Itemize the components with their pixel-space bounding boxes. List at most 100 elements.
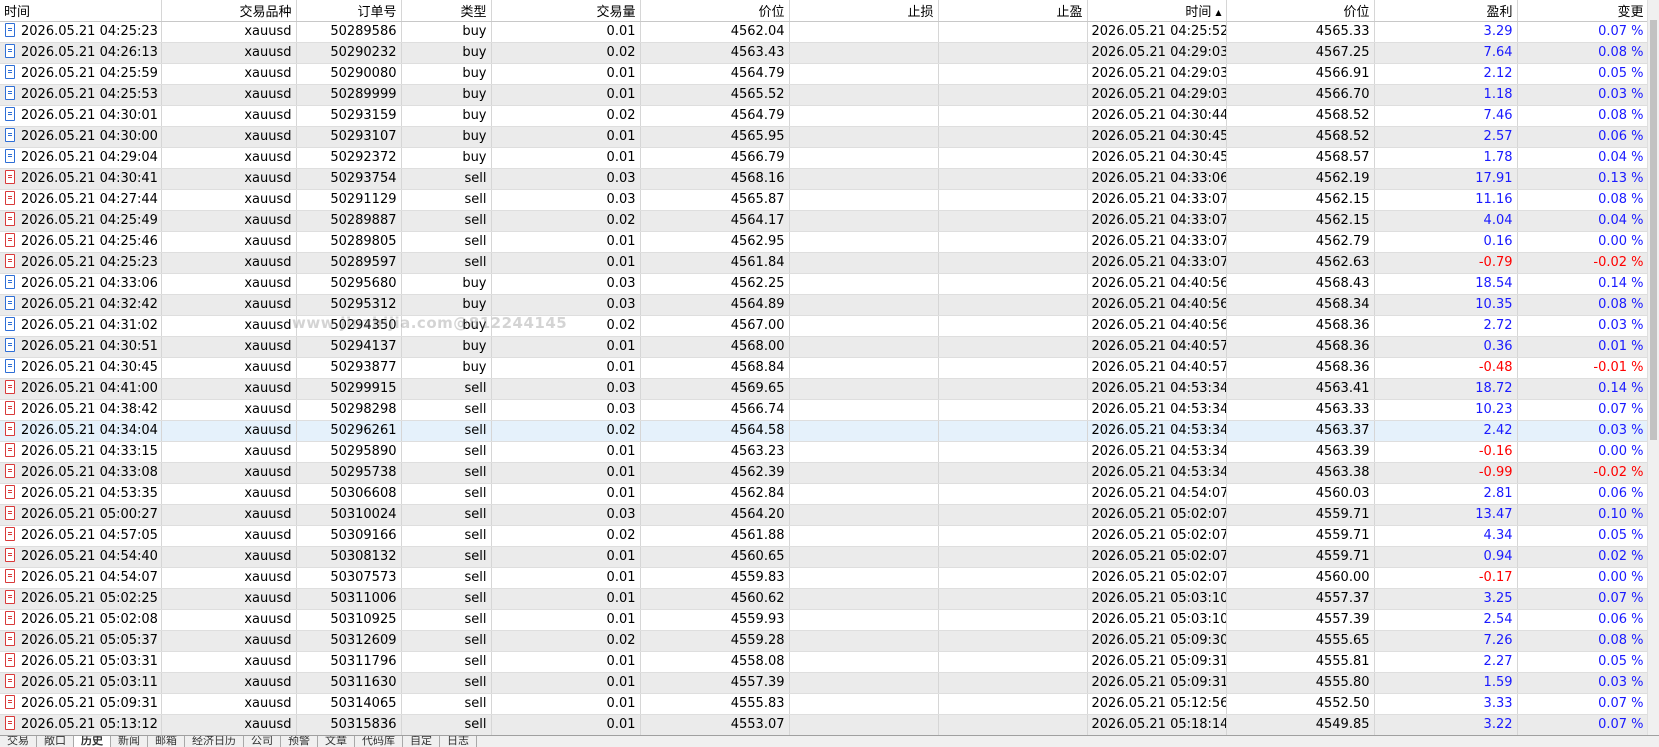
- column-header-symbol[interactable]: 交易品种: [161, 0, 297, 22]
- table-row[interactable]: 2026.05.21 04:30:51 xauusd 50294137 buy 0.01…: [0, 336, 1648, 358]
- cell-value: 2.27: [1483, 654, 1513, 669]
- table-row[interactable]: 2026.05.21 04:25:23 xauusd 50289597 sell 0.0…: [0, 252, 1648, 274]
- table-row[interactable]: 2026.05.21 05:02:25 xauusd 50311006 sell 0.0…: [0, 588, 1648, 610]
- cell-value: 4557.37: [1315, 591, 1370, 606]
- table-row[interactable]: 2026.05.21 04:25:23 xauusd 50289586 buy 0.01…: [0, 21, 1648, 43]
- cell-value: 0.05 %: [1598, 528, 1644, 543]
- tab-9[interactable]: 代码库: [355, 736, 403, 747]
- tab-7[interactable]: 预警: [281, 736, 318, 747]
- table-row[interactable]: 2026.05.21 05:00:27 xauusd 50310024 sell 0.0…: [0, 504, 1648, 526]
- cell-type: sell: [401, 567, 492, 589]
- table-row[interactable]: 2026.05.21 04:26:13 xauusd 50290232 buy 0.02…: [0, 42, 1648, 64]
- table-row[interactable]: 2026.05.21 04:25:59 xauusd 50290080 buy 0.01…: [0, 63, 1648, 85]
- table-row[interactable]: 2026.05.21 04:32:42 xauusd 50295312 buy 0.03…: [0, 294, 1648, 316]
- table-row[interactable]: 2026.05.21 04:54:07 xauusd 50307573 sell 0.0…: [0, 567, 1648, 589]
- tab-8[interactable]: 文章: [318, 736, 355, 747]
- cell-volume: 0.03: [491, 399, 641, 421]
- cell-stop-loss: [789, 525, 939, 547]
- cell-volume: 0.01: [491, 147, 641, 169]
- column-header-stop-loss[interactable]: 止损: [789, 0, 939, 22]
- table-row[interactable]: 2026.05.21 04:57:05 xauusd 50309166 sell 0.0…: [0, 525, 1648, 547]
- cell-value: 2026.05.21 04:30:51: [21, 339, 158, 354]
- cell-stop-loss: [789, 357, 939, 379]
- table-row[interactable]: 2026.05.21 04:27:44 xauusd 50291129 sell 0.0…: [0, 189, 1648, 211]
- vertical-scrollbar[interactable]: [1647, 0, 1659, 735]
- sell-deal-icon: [5, 443, 15, 457]
- table-row[interactable]: 2026.05.21 04:53:35 xauusd 50306608 sell 0.0…: [0, 483, 1648, 505]
- table-row[interactable]: 2026.05.21 04:54:40 xauusd 50308132 sell 0.0…: [0, 546, 1648, 568]
- table-row[interactable]: 2026.05.21 05:05:37 xauusd 50312609 sell 0.0…: [0, 630, 1648, 652]
- tab-11[interactable]: 日志: [440, 736, 477, 747]
- cell-value: 4562.25: [730, 276, 785, 291]
- sell-deal-icon: [5, 716, 15, 730]
- tab-5[interactable]: 经济日历: [185, 736, 244, 747]
- table-row[interactable]: 2026.05.21 04:38:42 xauusd 50298298 sell 0.0…: [0, 399, 1648, 421]
- table-row[interactable]: 2026.05.21 05:03:31 xauusd 50311796 sell 0.0…: [0, 651, 1648, 673]
- tab-1[interactable]: 敞口: [37, 736, 74, 747]
- table-row[interactable]: 2026.05.21 04:33:06 xauusd 50295680 buy 0.03…: [0, 273, 1648, 295]
- column-header-type[interactable]: 类型: [401, 0, 492, 22]
- cell-value: 4562.84: [730, 486, 785, 501]
- cell-open-price: 4553.07: [640, 714, 790, 735]
- cell-take-profit: [938, 483, 1088, 505]
- table-row[interactable]: 2026.05.21 04:25:49 xauusd 50289887 sell 0.0…: [0, 210, 1648, 232]
- cell-value: 2026.05.21 04:33:07: [1091, 255, 1226, 270]
- table-row[interactable]: 2026.05.21 04:29:04 xauusd 50292372 buy 0.01…: [0, 147, 1648, 169]
- cell-stop-loss: [789, 630, 939, 652]
- cell-value: xauusd: [244, 255, 292, 270]
- table-row[interactable]: 2026.05.21 04:34:04 xauusd 50296261 sell 0.0…: [0, 420, 1648, 442]
- cell-value: 2026.05.21 04:40:57: [1091, 339, 1226, 354]
- column-header-ticket[interactable]: 订单号: [296, 0, 402, 22]
- table-row[interactable]: 2026.05.21 04:33:08 xauusd 50295738 sell 0.0…: [0, 462, 1648, 484]
- column-header-close-price[interactable]: 价位: [1226, 0, 1375, 22]
- table-row[interactable]: 2026.05.21 05:13:12 xauusd 50315836 sell 0.0…: [0, 714, 1648, 735]
- column-header-volume[interactable]: 交易量: [491, 0, 641, 22]
- column-header-open-time[interactable]: 时间: [0, 0, 162, 22]
- cell-value: 0.01: [606, 444, 636, 459]
- cell-value: 50294137: [330, 339, 397, 354]
- cell-open-time: 2026.05.21 05:05:37: [0, 630, 162, 652]
- cell-stop-loss: [789, 42, 939, 64]
- table-row[interactable]: 2026.05.21 04:41:00 xauusd 50299915 sell 0.0…: [0, 378, 1648, 400]
- cell-stop-loss: [789, 714, 939, 735]
- tab-3[interactable]: 新闻: [111, 736, 148, 747]
- tab-6[interactable]: 公司: [244, 736, 281, 747]
- cell-symbol: xauusd: [161, 273, 297, 295]
- cell-open-price: 4563.43: [640, 42, 790, 64]
- cell-ticket: 50290232: [296, 42, 402, 64]
- table-row[interactable]: 2026.05.21 04:30:00 xauusd 50293107 buy 0.01…: [0, 126, 1648, 148]
- cell-profit: 2.72: [1374, 315, 1518, 337]
- table-row[interactable]: 2026.05.21 04:33:15 xauusd 50295890 sell 0.0…: [0, 441, 1648, 463]
- cell-take-profit: [938, 462, 1088, 484]
- cell-open-price: 4557.39: [640, 672, 790, 694]
- scrollbar-thumb[interactable]: [1650, 20, 1657, 440]
- cell-value: sell: [464, 255, 487, 270]
- table-row[interactable]: 2026.05.21 05:02:08 xauusd 50310925 sell 0.0…: [0, 609, 1648, 631]
- table-row[interactable]: 2026.05.21 04:25:53 xauusd 50289999 buy 0.01…: [0, 84, 1648, 106]
- cell-close-time: 2026.05.21 05:02:07: [1087, 546, 1227, 568]
- column-header-change[interactable]: 变更: [1517, 0, 1648, 22]
- cell-take-profit: [938, 378, 1088, 400]
- column-header-close-time[interactable]: 时间 ▲: [1087, 0, 1227, 22]
- tab-10[interactable]: 自定: [403, 736, 440, 747]
- table-row[interactable]: 2026.05.21 05:03:11 xauusd 50311630 sell 0.0…: [0, 672, 1648, 694]
- buy-deal-icon: [5, 65, 15, 79]
- cell-take-profit: [938, 567, 1088, 589]
- column-header-take-profit[interactable]: 止盈: [938, 0, 1088, 22]
- tab-4[interactable]: 邮箱: [148, 736, 185, 747]
- cell-close-time: 2026.05.21 04:40:57: [1087, 336, 1227, 358]
- tab-0[interactable]: 交易: [0, 736, 37, 747]
- cell-value: xauusd: [244, 87, 292, 102]
- cell-value: 0.13 %: [1598, 171, 1644, 186]
- table-row[interactable]: 2026.05.21 04:30:01 xauusd 50293159 buy 0.02…: [0, 105, 1648, 127]
- table-row[interactable]: 2026.05.21 04:25:46 xauusd 50289805 sell 0.0…: [0, 231, 1648, 253]
- tab-2[interactable]: 历史: [74, 736, 111, 747]
- table-row[interactable]: 2026.05.21 04:31:02 xauusd 50294350 buy 0.02…: [0, 315, 1648, 337]
- cell-volume: 0.03: [491, 378, 641, 400]
- column-header-profit[interactable]: 盈利: [1374, 0, 1518, 22]
- column-header-open-price[interactable]: 价位: [640, 0, 790, 22]
- cell-value: 0.08 %: [1598, 633, 1644, 648]
- table-row[interactable]: 2026.05.21 04:30:45 xauusd 50293877 buy 0.01…: [0, 357, 1648, 379]
- table-row[interactable]: 2026.05.21 04:30:41 xauusd 50293754 sell 0.0…: [0, 168, 1648, 190]
- table-row[interactable]: 2026.05.21 05:09:31 xauusd 50314065 sell 0.0…: [0, 693, 1648, 715]
